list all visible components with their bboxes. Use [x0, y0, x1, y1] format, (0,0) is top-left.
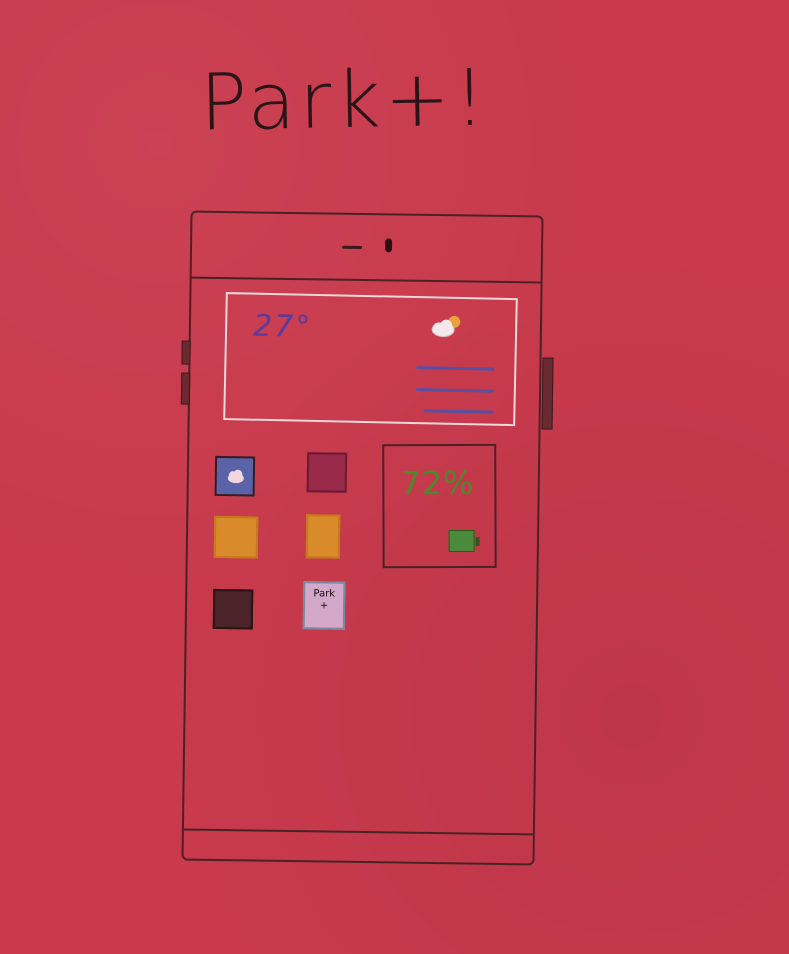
- weather-widget[interactable]: 27°: [223, 292, 518, 427]
- battery-icon: [448, 529, 475, 553]
- volume-down-button[interactable]: [180, 372, 191, 405]
- app-icon-maroon[interactable]: [306, 452, 348, 493]
- cloud-icon: [227, 469, 244, 484]
- weather-detail-line: [416, 366, 495, 371]
- page-title: Park+!: [199, 53, 490, 149]
- weather-detail-line: [423, 409, 494, 414]
- phone-frame: 27° Park + 72%: [180, 210, 554, 866]
- power-button[interactable]: [541, 357, 554, 430]
- camera-icon: [384, 238, 393, 253]
- volume-up-button[interactable]: [181, 340, 191, 365]
- park-plus-label: Park: [313, 588, 336, 600]
- battery-percent-text: 72%: [400, 463, 475, 503]
- paper-background: Park+! 27° Park + 72%: [0, 0, 789, 954]
- sun-cloud-icon: [431, 315, 461, 338]
- park-plus-app-icon[interactable]: Park +: [302, 581, 346, 630]
- phone-bottom-bezel: [183, 828, 533, 836]
- battery-widget[interactable]: 72%: [382, 443, 497, 569]
- park-plus-symbol: +: [319, 600, 329, 612]
- weather-app-icon[interactable]: [214, 455, 256, 497]
- speaker-icon: [342, 245, 363, 249]
- app-icon-orange[interactable]: [305, 514, 341, 559]
- app-icon-dark[interactable]: [212, 588, 254, 630]
- app-icon-orange[interactable]: [213, 515, 259, 559]
- temperature-text: 27°: [252, 308, 313, 345]
- phone-top-bezel: [191, 212, 542, 284]
- weather-detail-line: [415, 388, 494, 393]
